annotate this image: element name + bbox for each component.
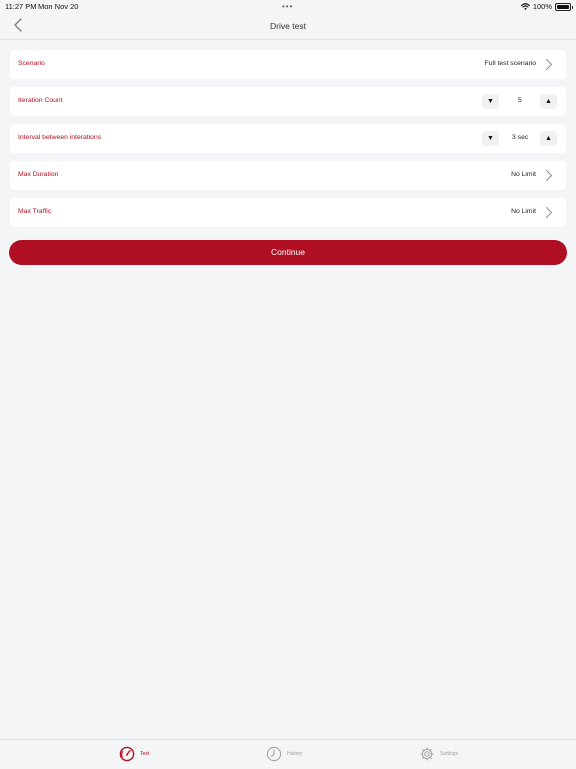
speedometer-icon (119, 746, 135, 762)
tab-history-label: History (287, 751, 303, 757)
tab-settings[interactable]: Settings (419, 746, 458, 762)
iteration-count-row: Iteration Count ▼ 5 ▲ (10, 87, 566, 116)
interval-row: Interval between interations ▼ 3 sec ▲ (10, 124, 566, 153)
tab-test-label: Test (140, 751, 150, 757)
tab-bar: Test History Settings (0, 739, 576, 769)
chevron-right-icon (546, 207, 553, 218)
status-indicators: 100% (520, 2, 573, 11)
interval-value: 3 sec (512, 134, 529, 141)
scenario-row[interactable]: Scenario Full test scenario (10, 50, 566, 79)
wifi-icon (520, 3, 530, 10)
max-traffic-label: Max Traffic (18, 208, 52, 215)
page-title: Drive test (270, 21, 306, 31)
max-traffic-value: No Limit (511, 208, 536, 215)
iteration-count-label: Iteration Count (18, 97, 63, 104)
interval-label: Interval between interations (18, 134, 102, 141)
scenario-value: Full test scenario (484, 60, 536, 67)
status-date: Mon Nov 20 (38, 2, 79, 11)
tab-settings-label: Settings (440, 751, 459, 757)
tab-test[interactable]: Test (119, 746, 149, 762)
iteration-count-value: 5 (518, 97, 522, 104)
max-duration-row[interactable]: Max Duration No Limit (10, 161, 566, 190)
max-traffic-row[interactable]: Max Traffic No Limit (10, 198, 566, 227)
tab-history[interactable]: History (266, 746, 303, 762)
chevron-right-icon (546, 59, 553, 70)
max-duration-value: No Limit (511, 171, 536, 178)
status-bar: 11:27 PM Mon Nov 20 ••• 100% (0, 0, 576, 12)
status-time: 11:27 PM (5, 2, 37, 11)
iteration-increment-button[interactable]: ▲ (540, 94, 557, 109)
gear-icon (420, 747, 434, 761)
chevron-right-icon (546, 170, 553, 181)
iteration-decrement-button[interactable]: ▼ (482, 94, 499, 109)
clock-icon (266, 746, 282, 762)
max-duration-label: Max Duration (18, 171, 59, 178)
multitasking-dots[interactable]: ••• (282, 2, 293, 11)
interval-decrement-button[interactable]: ▼ (482, 131, 499, 146)
continue-button[interactable]: Continue (9, 240, 567, 265)
interval-increment-button[interactable]: ▲ (540, 131, 557, 146)
scenario-label: Scenario (18, 60, 45, 67)
battery-percent: 100% (532, 2, 552, 11)
battery-icon (555, 2, 573, 11)
navigation-bar: Drive test (0, 12, 576, 40)
